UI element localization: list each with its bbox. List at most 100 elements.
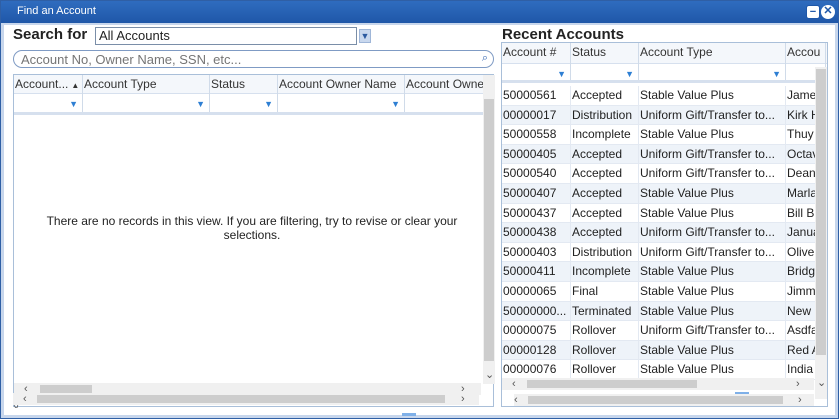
status-cell: Accepted [571, 86, 639, 105]
scroll-left-icon[interactable]: ‹ [514, 394, 518, 406]
scroll-right-icon[interactable]: › [461, 393, 465, 405]
status-cell: Rollover [571, 321, 639, 341]
search-icon[interactable]: ⌕ [482, 52, 488, 65]
recent-accounts-grid: Account # Status Account Type Accou ▼ ▼ … [501, 42, 828, 407]
results-vertical-scrollbar[interactable]: ⌄ [483, 75, 495, 384]
filter-cell[interactable]: ▼ [14, 94, 83, 112]
recent-account-row[interactable]: 00000065 Final Stable Value Plus Jimm [502, 282, 827, 302]
account-type-cell: Stable Value Plus [639, 184, 786, 203]
recent-accounts-title: Recent Accounts [502, 26, 624, 43]
column-header-status[interactable]: Status [571, 43, 639, 64]
column-header-account-number[interactable]: Account # [502, 43, 571, 64]
window-title: Find an Account [17, 5, 96, 17]
scroll-left-icon[interactable]: ‹ [23, 393, 27, 405]
account-type-cell: Uniform Gift/Transfer to... [639, 164, 786, 184]
recent-account-row[interactable]: 50000438 Accepted Uniform Gift/Transfer to… [502, 223, 827, 243]
account-type-cell: Stable Value Plus [639, 282, 786, 301]
account-number-cell: 00000128 [502, 340, 571, 360]
account-type-cell: Stable Value Plus [639, 301, 786, 321]
recent-account-row[interactable]: 00000075 Rollover Uniform Gift/Transfer to… [502, 321, 827, 341]
column-header-account[interactable]: Account... ▲ [14, 75, 83, 94]
scroll-right-icon[interactable]: › [796, 378, 800, 390]
recent-account-row[interactable]: 50000411 Incomplete Stable Value Plus Bridg [502, 262, 827, 282]
filter-icon[interactable]: ▼ [196, 99, 205, 109]
account-number-cell: 50000540 [502, 164, 571, 184]
scrollbar-thumb[interactable] [37, 395, 445, 403]
filter-cell[interactable]: ▼ [83, 94, 210, 112]
minimize-icon[interactable]: − [806, 5, 820, 19]
account-type-cell: Uniform Gift/Transfer to... [639, 223, 786, 243]
recent-account-row[interactable]: 50000403 Distribution Uniform Gift/Transfe… [502, 242, 827, 263]
filter-icon[interactable]: ▼ [264, 99, 273, 109]
account-scope-select[interactable]: All Accounts [95, 27, 357, 45]
close-icon[interactable]: ✕ [821, 5, 835, 19]
scrollbar-thumb[interactable] [40, 385, 92, 393]
column-header-owner-name[interactable]: Account Owner Name [278, 75, 405, 94]
recent-account-row[interactable]: 50000561 Accepted Stable Value Plus Jame [502, 86, 827, 106]
search-input[interactable] [21, 52, 461, 66]
column-header-owner[interactable]: Account Owne [405, 75, 485, 94]
search-for-label: Search for [13, 26, 88, 43]
scroll-down-icon[interactable]: ⌄ [817, 377, 826, 389]
scrollbar-thumb[interactable] [816, 69, 826, 355]
column-header-status[interactable]: Status [210, 75, 278, 94]
account-number-cell: 00000076 [502, 360, 571, 380]
account-type-cell: Uniform Gift/Transfer to... [639, 144, 786, 164]
column-header-account-owner[interactable]: Accou [786, 43, 826, 64]
sort-ascending-icon: ▲ [71, 81, 80, 90]
recent-account-row[interactable]: 00000017 Distribution Uniform Gift/Transfe… [502, 105, 827, 126]
recent-account-row[interactable]: 50000405 Accepted Uniform Gift/Transfer to… [502, 144, 827, 165]
scrollbar-thumb[interactable] [528, 396, 783, 404]
chevron-down-icon[interactable]: ▼ [359, 29, 371, 43]
filter-cell[interactable]: ▼ [278, 94, 405, 112]
recent-account-row[interactable]: 00000128 Rollover Stable Value Plus Red A [502, 340, 827, 361]
recent-account-row[interactable]: 50000437 Accepted Stable Value Plus Bill B [502, 203, 827, 224]
account-type-cell: Stable Value Plus [639, 86, 786, 105]
filter-cell[interactable]: ▼ [502, 64, 571, 80]
column-header-account-type[interactable]: Account Type [639, 43, 786, 64]
status-cell: Distribution [571, 242, 639, 262]
recent-account-row[interactable]: 50000540 Accepted Uniform Gift/Transfer to… [502, 164, 827, 184]
account-type-cell: Uniform Gift/Transfer to... [639, 105, 786, 125]
column-header-account-type[interactable]: Account Type [83, 75, 210, 94]
filter-icon[interactable]: ▼ [391, 99, 400, 109]
account-number-cell: 50000000... [502, 301, 571, 321]
status-cell: Distribution [571, 105, 639, 125]
recent-horizontal-scrollbar[interactable]: ‹ › [502, 378, 814, 390]
title-bar[interactable]: Find an Account − ✕ [1, 1, 838, 23]
recent-account-row[interactable]: 50000000... Terminated Stable Value Plus Ne… [502, 301, 827, 322]
dialog-content: Search for All Accounts ▼ ⌕ Account...▲ … [4, 25, 835, 416]
account-type-cell: Stable Value Plus [639, 340, 786, 360]
filter-cell[interactable]: ▼ [210, 94, 278, 112]
scroll-right-icon[interactable]: › [798, 394, 802, 406]
filter-icon[interactable]: ▼ [557, 69, 566, 79]
status-cell: Accepted [571, 184, 639, 203]
account-number-cell: 50000407 [502, 184, 571, 203]
scrollbar-thumb[interactable] [484, 99, 494, 361]
filter-icon[interactable]: ▼ [625, 69, 634, 79]
status-cell: Accepted [571, 144, 639, 164]
scroll-down-icon[interactable]: ⌄ [485, 369, 494, 381]
recent-account-row[interactable]: 50000558 Incomplete Stable Value Plus Thuy [502, 125, 827, 145]
account-number-cell: 50000403 [502, 242, 571, 262]
status-cell: Accepted [571, 223, 639, 243]
filter-icon[interactable]: ▼ [69, 99, 78, 109]
filter-cell[interactable]: ▼ [639, 64, 786, 80]
status-cell: Accepted [571, 164, 639, 184]
recent-outer-horizontal-scrollbar[interactable]: ‹ › [514, 394, 814, 406]
account-number-cell: 50000437 [502, 203, 571, 223]
account-number-cell: 50000561 [502, 86, 571, 105]
filter-cell[interactable] [405, 94, 485, 112]
filter-cell[interactable]: ▼ [571, 64, 639, 80]
scrollbar-thumb[interactable] [527, 380, 697, 388]
account-type-cell: Stable Value Plus [639, 125, 786, 145]
filter-icon[interactable]: ▼ [772, 69, 781, 79]
recent-account-row[interactable]: 50000407 Accepted Stable Value Plus Marla [502, 184, 827, 204]
search-field[interactable]: ⌕ [13, 50, 494, 68]
account-number-cell: 00000065 [502, 282, 571, 301]
status-cell: Rollover [571, 340, 639, 360]
results-grid: Account... ▲ Account Type Status Account … [13, 74, 495, 416]
scroll-left-icon[interactable]: ‹ [512, 378, 516, 390]
recent-vertical-scrollbar[interactable]: ⌄ [815, 67, 827, 399]
results-outer-horizontal-scrollbar[interactable]: ‹ › [13, 393, 479, 405]
